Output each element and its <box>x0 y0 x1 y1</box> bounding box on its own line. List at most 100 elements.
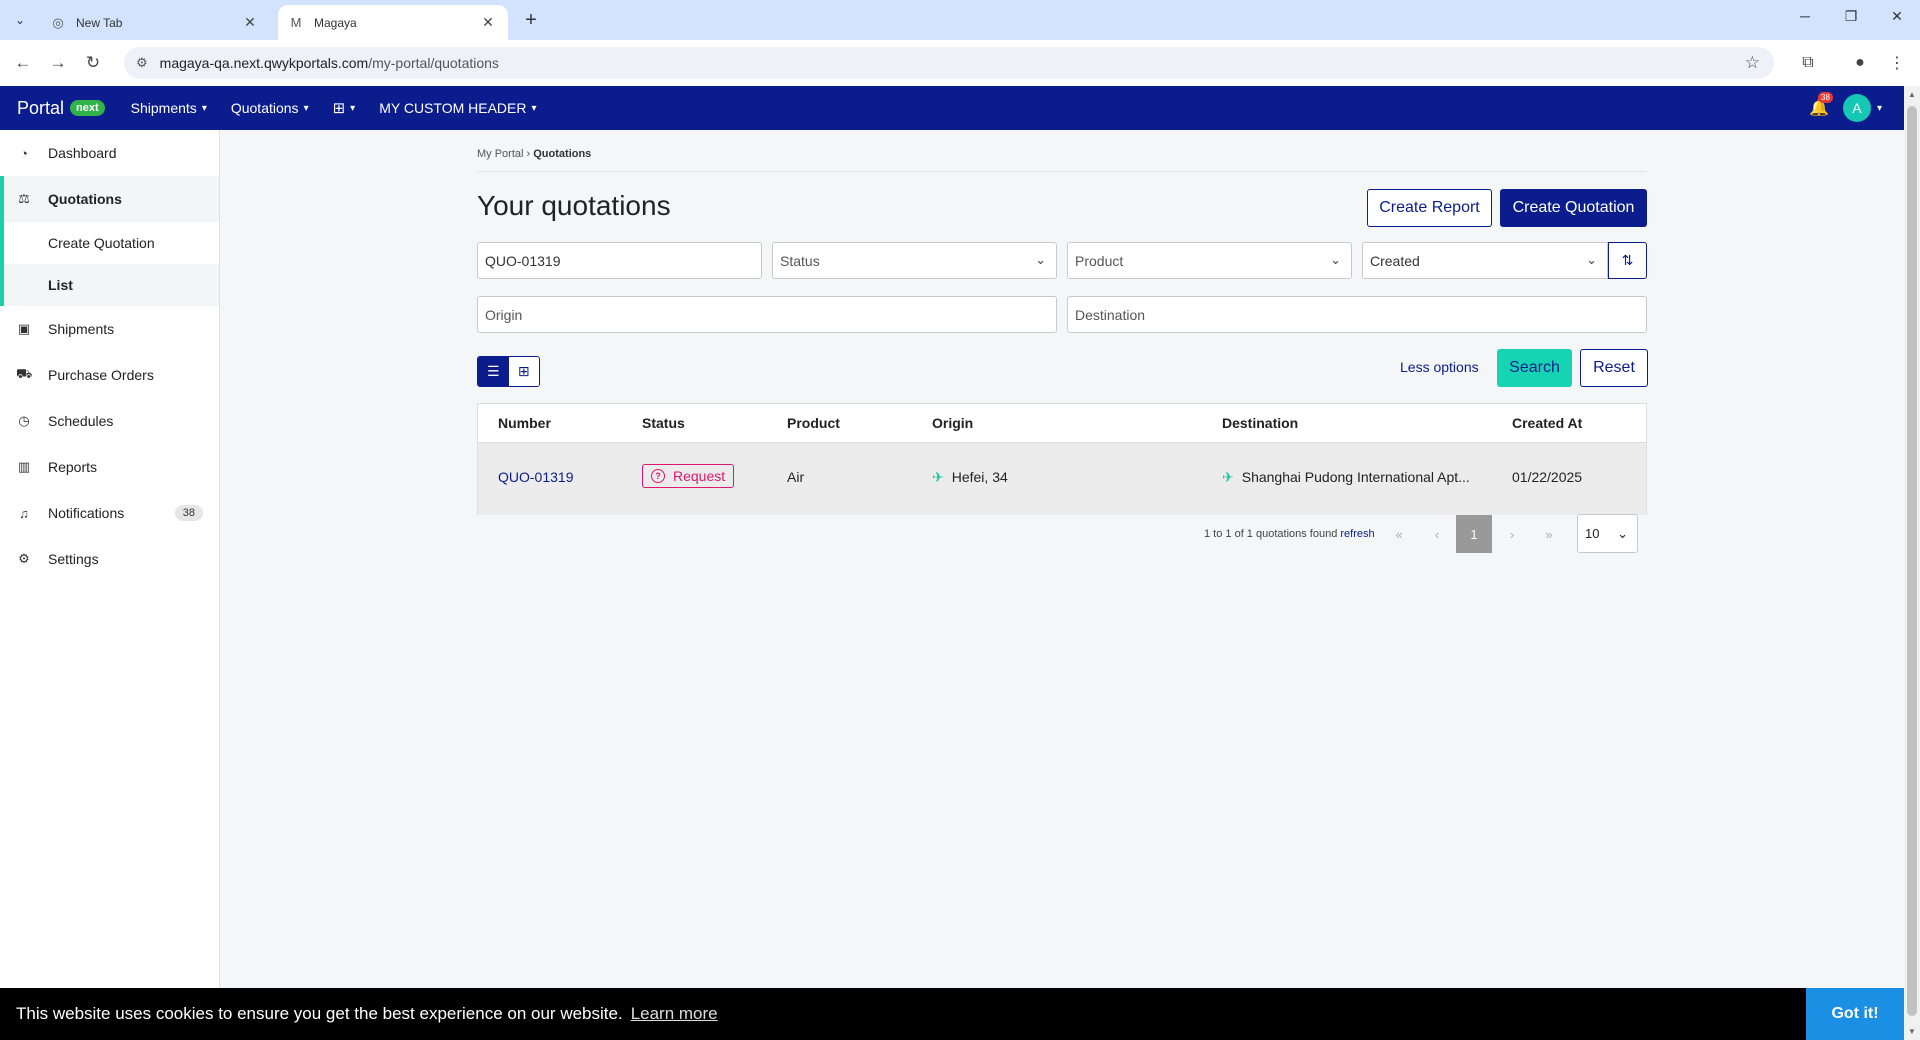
sort-direction-icon[interactable]: ⇅ <box>1608 242 1647 279</box>
sidebar-item-label: Create Quotation <box>48 235 155 251</box>
grid-view-icon[interactable]: ⊞ <box>508 357 539 386</box>
sidebar-item-schedules[interactable]: ◷ Schedules <box>0 398 219 444</box>
scrollbar-thumb[interactable] <box>1907 106 1917 1016</box>
breadcrumb: My Portal › Quotations <box>477 148 591 160</box>
sidebar-item-purchase-orders[interactable]: ⛟ Purchase Orders <box>0 352 219 398</box>
minimize-icon[interactable]: ─ <box>1790 8 1820 24</box>
search-button[interactable]: Search <box>1497 349 1572 387</box>
sidebar-item-label: Shipments <box>48 321 115 337</box>
got-it-button[interactable]: Got it! <box>1806 988 1904 1040</box>
tab-title: Magaya <box>314 15 357 30</box>
column-header-created-at[interactable]: Created At <box>1512 415 1582 431</box>
chevron-down-icon: ▾ <box>201 102 207 114</box>
list-view-icon[interactable]: ☰ <box>478 357 509 386</box>
sidebar-item-quotations[interactable]: ⚖ Quotations <box>0 176 219 222</box>
origin-cell: ✈ Hefei, 34 <box>932 469 1008 486</box>
avatar[interactable]: A <box>1842 94 1871 122</box>
next-page-icon[interactable]: › <box>1494 515 1530 553</box>
scroll-down-arrow-icon[interactable]: ▼ <box>1908 1027 1916 1036</box>
notifications-bell-icon[interactable]: 🔔 38 <box>1809 92 1833 118</box>
page-scrollbar[interactable]: ▲ ▼ <box>1904 86 1920 1040</box>
profile-icon[interactable]: ● <box>1847 50 1873 76</box>
sidebar-item-shipments[interactable]: ▣ Shipments <box>0 306 219 352</box>
origin-input[interactable]: Origin <box>477 296 1057 333</box>
sidebar-item-notifications[interactable]: ♫ Notifications 38 <box>0 490 219 536</box>
window-close-icon[interactable]: ✕ <box>1882 8 1912 25</box>
column-header-destination[interactable]: Destination <box>1222 415 1298 431</box>
forward-arrow-icon[interactable]: → <box>45 50 71 76</box>
sidebar-item-label: Quotations <box>48 191 122 207</box>
column-header-number[interactable]: Number <box>498 415 551 431</box>
created-at-cell: 01/22/2025 <box>1512 469 1583 485</box>
plus-square-icon: ⊞ <box>332 100 346 117</box>
nav-quotations[interactable]: Quotations ▾ <box>231 100 309 116</box>
chevron-down-icon: ⌄ <box>1617 526 1628 541</box>
close-icon[interactable]: ✕ <box>240 14 260 31</box>
chevron-down-icon: ▾ <box>303 102 309 114</box>
browser-menu-icon[interactable]: ⋮ <box>1884 50 1910 76</box>
cookie-banner: This website uses cookies to ensure you … <box>0 988 1904 1040</box>
chevron-down-icon: ⌄ <box>1035 252 1046 267</box>
sidebar-item-reports[interactable]: ▥ Reports <box>0 444 219 490</box>
page-number-current[interactable]: 1 <box>1456 515 1492 553</box>
sidebar-subitem-create-quotation[interactable]: Create Quotation <box>0 222 219 264</box>
select-placeholder: Status <box>780 252 820 269</box>
column-header-origin[interactable]: Origin <box>932 415 973 431</box>
view-toggle: ☰ ⊞ <box>477 356 540 387</box>
scroll-up-arrow-icon[interactable]: ▲ <box>1908 90 1916 99</box>
tab-search-chevron-icon[interactable]: ⌄ <box>8 8 32 32</box>
last-page-icon[interactable]: » <box>1531 515 1567 553</box>
back-arrow-icon[interactable]: ← <box>10 50 36 76</box>
pagination-summary: 1 to 1 of 1 quotations found refresh <box>1204 528 1375 540</box>
address-bar[interactable]: ⚙ magaya-qa.next.qwykportals.com/my-port… <box>124 47 1774 79</box>
learn-more-link[interactable]: Learn more <box>631 1004 718 1024</box>
create-quotation-button[interactable]: Create Quotation <box>1500 189 1647 227</box>
close-icon[interactable]: ✕ <box>478 14 498 31</box>
column-header-product[interactable]: Product <box>787 415 840 431</box>
nav-add-menu[interactable]: ⊞ ▾ <box>333 99 356 117</box>
nav-shipments[interactable]: Shipments ▾ <box>131 100 207 116</box>
select-value: Created <box>1370 252 1420 269</box>
destination-input[interactable]: Destination <box>1067 296 1647 333</box>
column-header-status[interactable]: Status <box>642 415 685 431</box>
status-label: Request <box>673 468 726 484</box>
new-tab-plus-icon[interactable]: + <box>520 9 542 31</box>
table-header: Number Status Product Origin Destination… <box>478 404 1646 443</box>
refresh-link[interactable]: refresh <box>1340 528 1374 540</box>
product-select[interactable]: Product ⌄ <box>1067 242 1352 279</box>
chevron-down-icon: ▾ <box>350 102 356 114</box>
site-info-icon[interactable]: ⚙ <box>136 55 148 71</box>
first-page-icon[interactable]: « <box>1381 515 1417 553</box>
less-options-link[interactable]: Less options <box>1400 359 1479 375</box>
browser-tab-magaya[interactable]: M Magaya ✕ <box>278 5 508 40</box>
bookmark-star-icon[interactable]: ☆ <box>1745 53 1760 73</box>
nav-custom-header[interactable]: MY CUSTOM HEADER ▾ <box>379 100 536 116</box>
quotation-number-link[interactable]: QUO-01319 <box>498 469 573 485</box>
nav-label: Shipments <box>130 100 197 116</box>
url-path: /my-portal/quotations <box>368 55 499 71</box>
sidebar-item-settings[interactable]: ⚙ Settings <box>0 536 219 582</box>
breadcrumb-root[interactable]: My Portal <box>477 148 523 160</box>
chrome-icon: ◎ <box>52 14 64 30</box>
brand-badge: next <box>70 100 105 116</box>
reset-button[interactable]: Reset <box>1580 349 1648 387</box>
browser-tabstrip: ⌄ ◎ New Tab ✕ M Magaya ✕ + ─ ❐ ✕ <box>0 0 1920 40</box>
sidebar-item-label: Settings <box>48 551 99 567</box>
extensions-icon[interactable]: ⧉ <box>1795 50 1821 76</box>
sidebar-item-dashboard[interactable]: ◔ Dashboard <box>0 130 219 176</box>
restore-icon[interactable]: ❐ <box>1836 8 1866 25</box>
chevron-down-icon[interactable]: ▾ <box>1877 103 1882 114</box>
browser-tab-new-tab[interactable]: ◎ New Tab ✕ <box>40 5 270 40</box>
create-report-button[interactable]: Create Report <box>1367 189 1492 227</box>
sidebar-subitem-list[interactable]: List <box>0 264 219 306</box>
input-placeholder: Destination <box>1075 306 1146 323</box>
plane-departure-icon: ✈ <box>932 469 944 485</box>
status-select[interactable]: Status ⌄ <box>772 242 1057 279</box>
reload-icon[interactable]: ↻ <box>80 50 106 76</box>
sort-by-select[interactable]: Created ⌄ <box>1362 242 1608 279</box>
brand-logo[interactable]: Portal next <box>17 98 105 119</box>
page-size-select[interactable]: 10 ⌄ <box>1577 514 1638 553</box>
prev-page-icon[interactable]: ‹ <box>1419 515 1455 553</box>
table-row[interactable]: QUO-01319 ? Request Air ✈ Hefei, 34 ✈ Shan… <box>478 443 1646 515</box>
quotation-number-input[interactable]: QUO-01319 <box>477 242 762 279</box>
